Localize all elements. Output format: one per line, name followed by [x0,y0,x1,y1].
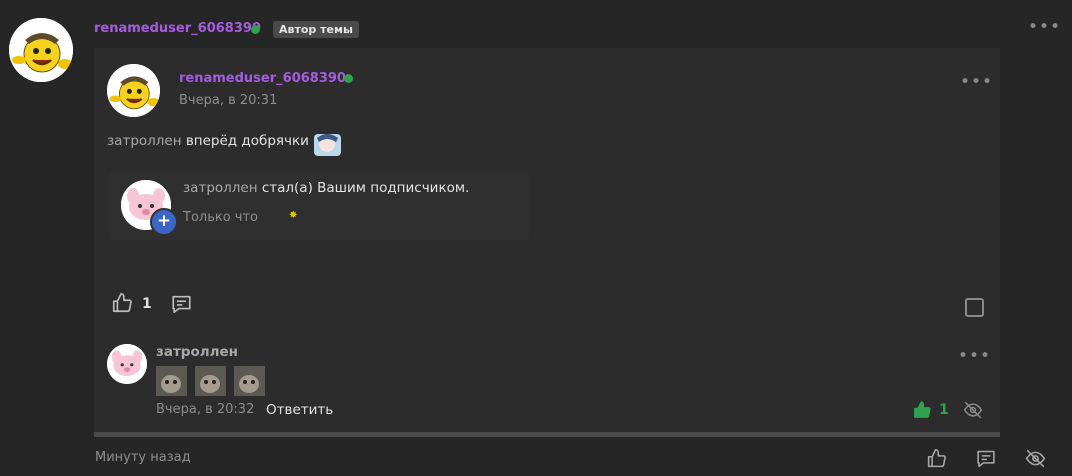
cat-emoji-icon [234,366,265,396]
cat-emoji-icon [195,366,226,396]
comment-liked-icon[interactable] [912,400,932,420]
embedded-more-dots-icon[interactable]: ••• [960,74,993,91]
comment-hide-icon[interactable] [962,400,984,420]
embedded-post-text: затроллен вперёд добрячки [107,133,309,149]
notification-text: затроллен стал(а) Вашим подписчиком. [183,180,469,196]
online-status-indicator [251,25,260,34]
embedded-post-time[interactable]: Вчера, в 20:31 [179,93,277,108]
embedded-post-author[interactable]: renameduser_6068390 [179,71,346,86]
sticker-icon [312,130,343,158]
embedded-like-count: 1 [142,296,152,312]
embedded-comment-icon[interactable] [170,293,193,315]
notification-message: стал(а) Вашим подписчиком. [257,180,470,196]
comment-author-name[interactable]: затроллен [156,344,238,360]
embedded-post-avatar[interactable] [107,64,160,117]
notification-user[interactable]: затроллен [183,180,258,196]
embedded-divider [94,432,1000,437]
notification-card: + затроллен стал(а) Вашим подписчиком. Т… [109,172,529,240]
embedded-online-indicator [344,74,353,83]
post-comment-icon[interactable] [975,448,997,469]
post-more-dots-icon[interactable]: ••• [1028,19,1061,36]
author-badge: Автор темы [273,21,359,38]
sparkle-icon: ✸ [289,210,298,221]
embedded-post: renameduser_6068390 Вчера, в 20:31 ••• з… [94,48,1000,432]
post-like-icon[interactable] [926,448,947,469]
post-hide-icon[interactable] [1024,448,1047,469]
post-author-name[interactable]: renameduser_6068390 [94,21,261,36]
reply-link[interactable]: Ответить [266,402,333,418]
follow-plus-icon: + [150,208,178,236]
comment-more-dots-icon[interactable]: ••• [958,348,991,365]
post-time[interactable]: Минуту назад [95,450,191,465]
mention-user[interactable]: затроллен [107,133,182,149]
notification-time: Только что [183,210,259,225]
comment-time[interactable]: Вчера, в 20:32 [156,402,254,417]
comment-like-count: 1 [939,402,949,418]
embedded-like-icon[interactable] [111,292,133,314]
comment-author-avatar[interactable] [107,344,147,384]
post-text-body: вперёд добрячки [181,133,309,149]
cat-emoji-icon [156,366,187,396]
select-checkbox[interactable] [965,298,984,317]
post-author-avatar[interactable] [9,18,73,82]
